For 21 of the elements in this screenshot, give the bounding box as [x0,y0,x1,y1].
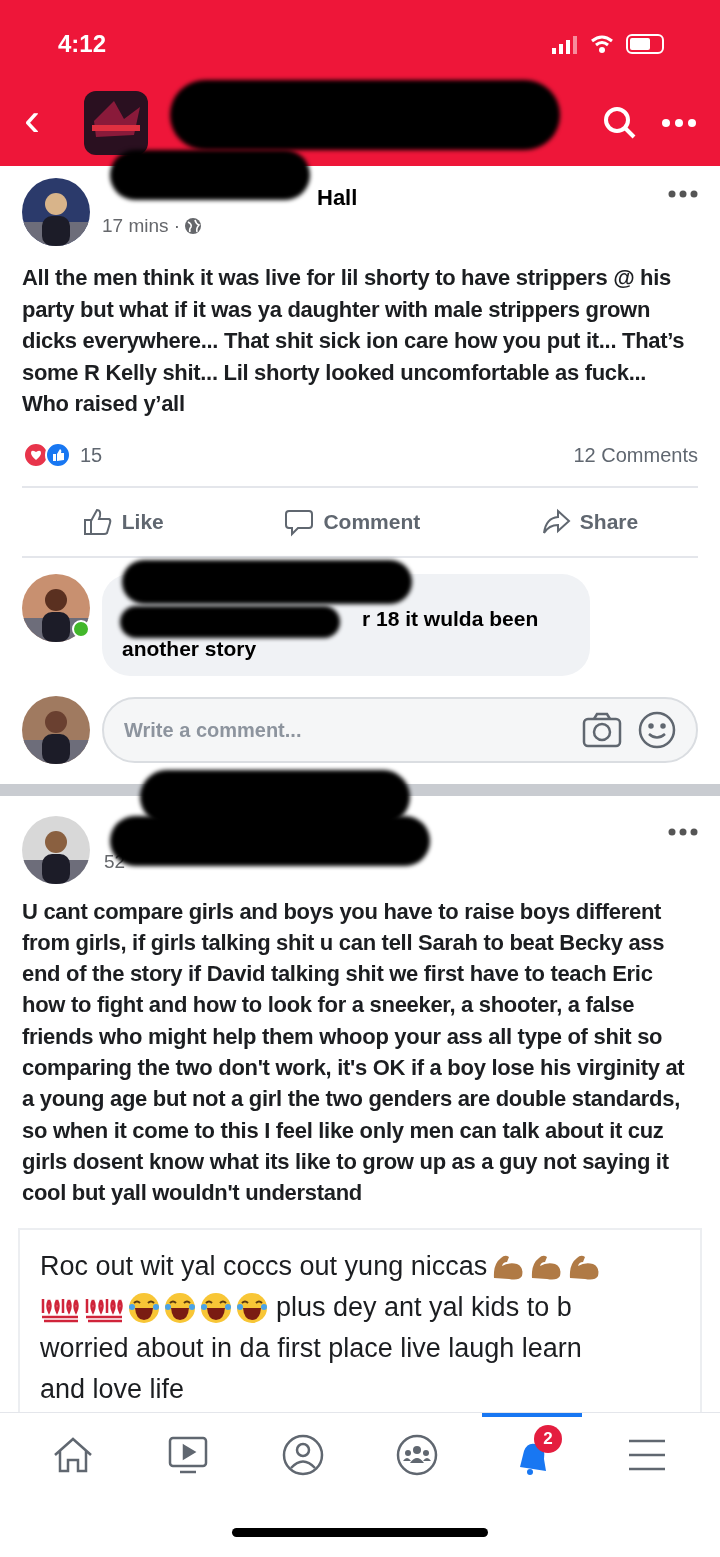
notification-badge: 2 [533,1424,562,1453]
comment-input[interactable]: Write a comment... [124,714,566,745]
status-time: 4:12 [58,29,107,59]
post-time: 17 mins · [102,213,181,238]
comments-count[interactable]: 12 Comments [573,439,698,470]
comment-field[interactable]: Write a comment... [102,696,698,763]
comment-text: r 18 it wulda been [362,605,539,632]
post-text: U cant compare girls and boys you have to raise boys different from girls, if girls talking shit u can tell Sarah to beat Becky ass end of the story if David talking shit we first have to teach Eric how to fight and how to look for a sneeker, a shooter, a false friends who might help them whoop your ass all type of shit so comparing the two don't work, it's OK if a boy lose his virginity at a young age but not a girl the two genders are double standards, so when it come to this I feel like only men can talk about it cuz girls dosent know what its like to grow up as a guy not saying it cool but yall wouldn't understand [21,897,686,1208]
post-action-button[interactable]: Comment [283,505,421,538]
comment-text: another story [122,635,257,662]
post-action-button[interactable]: Share [539,505,639,538]
shared-text: worried about in da first place live laugh learn [40,1332,583,1366]
post-action-button[interactable]: Like [81,505,164,538]
shared-text: and love life [40,1373,186,1407]
tab-bar-item[interactable]: 2 [481,1412,582,1493]
shared-text: Roc out wit yal coccs out yung niccas [40,1250,488,1284]
post-text: All the men think it was live for lil shorty to have strippers @ his party but what if it was ya daughter with male strippers grown dicks everywhere... That shit sick ion care how you put it... That’s some R Kelly shit... Lil shorty looked uncomfortable as fuck... Who raised y’all [21,264,686,418]
back-button[interactable]: ‹ [24,95,84,151]
reaction-count[interactable]: 15 [80,439,103,470]
shared-text: plus dey ant yal kids to b [276,1291,572,1325]
author-name[interactable]: Hall [102,184,656,212]
